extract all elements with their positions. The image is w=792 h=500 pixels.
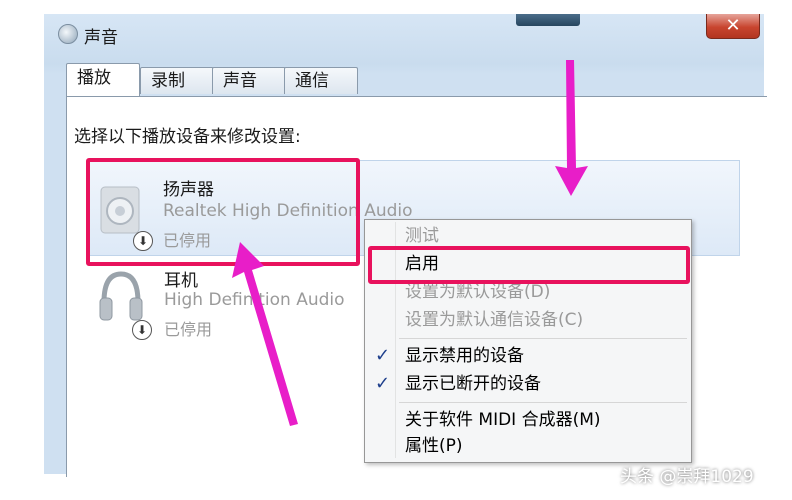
tab-playback[interactable]: 播放 xyxy=(66,63,140,96)
watermark: 头条 @崇拜1029 xyxy=(620,467,754,487)
arrow-down-icon xyxy=(555,60,588,196)
arrow-up-icon xyxy=(232,242,298,426)
